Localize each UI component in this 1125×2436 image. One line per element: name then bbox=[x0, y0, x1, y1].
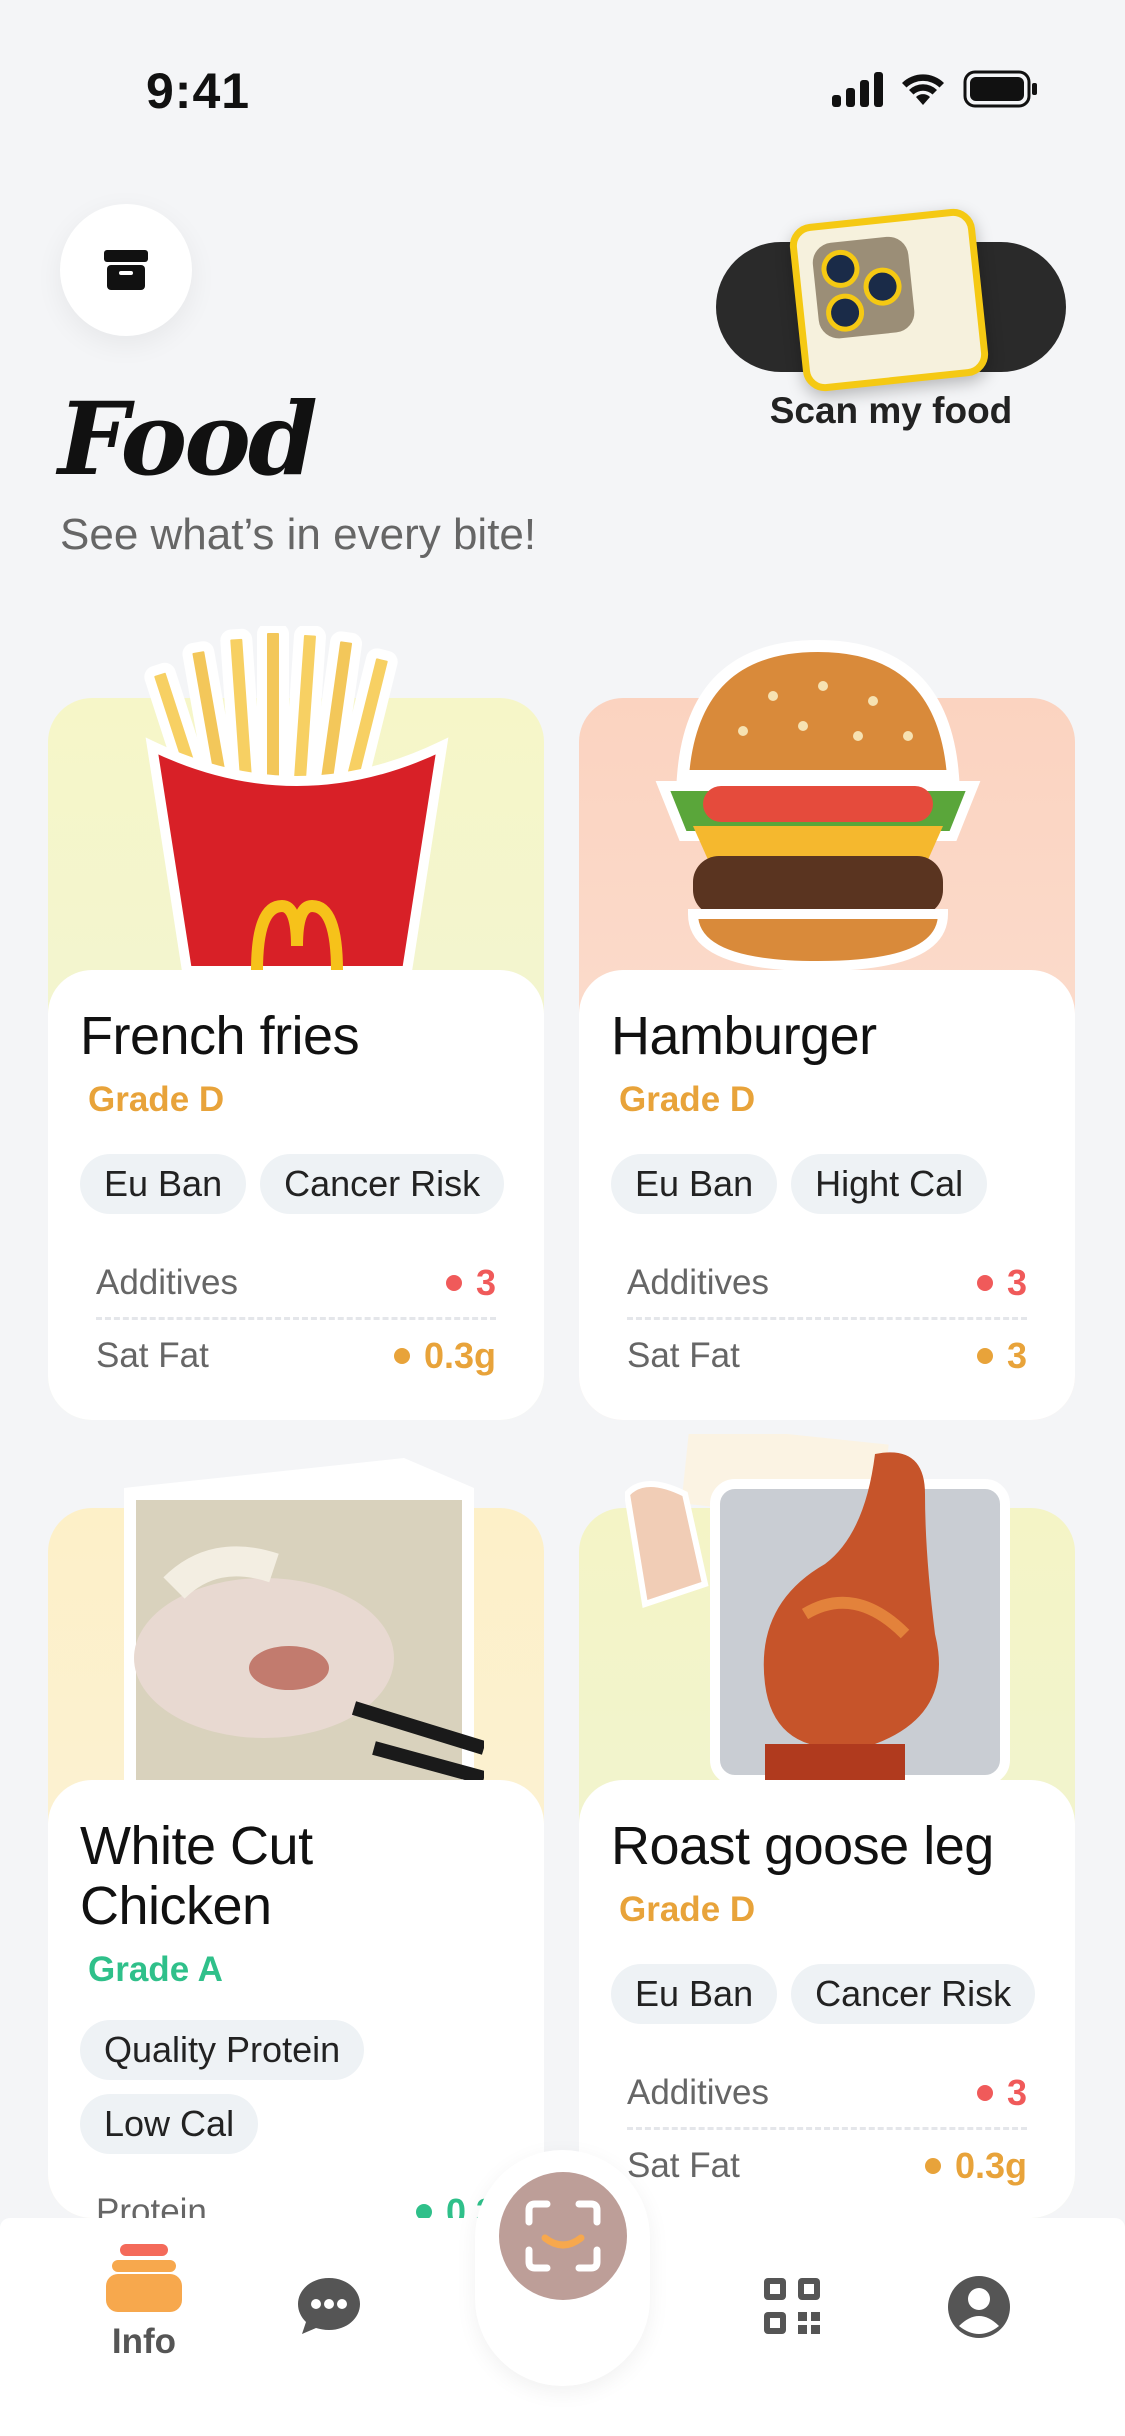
tag-chip: Eu Ban bbox=[80, 1154, 247, 1214]
scan-my-food-label: Scan my food bbox=[769, 390, 1013, 431]
stat-row-additives: Additives 3 bbox=[627, 1248, 1027, 1320]
stat-row-sat-fat: Sat Fat 0.3g bbox=[627, 2130, 1027, 2202]
stat-list: Additives 3 Sat Fat 3 bbox=[611, 1248, 1043, 1392]
stat-row-sat-fat: Sat Fat 0.3g bbox=[96, 1320, 496, 1392]
phone-camera-icon bbox=[787, 206, 991, 394]
grade-label: Grade D bbox=[88, 1080, 225, 1119]
status-icons bbox=[832, 70, 1039, 108]
stat-label: Additives bbox=[627, 2072, 770, 2112]
card-body: French fries Grade D Eu Ban Cancer Risk … bbox=[48, 970, 544, 1420]
food-card-hamburger[interactable]: Hamburger Grade D Eu Ban Hight Cal Addit… bbox=[579, 626, 1075, 1420]
chat-icon bbox=[298, 2278, 360, 2334]
tag-chip: Cancer Risk bbox=[260, 1154, 505, 1214]
hamburger-image bbox=[655, 639, 981, 971]
status-bar: 9:41 bbox=[0, 0, 1125, 130]
food-name: White Cut Chicken bbox=[80, 1816, 313, 1936]
qr-code-icon bbox=[764, 2278, 820, 2334]
status-dot-icon bbox=[976, 2084, 993, 2101]
french-fries-image bbox=[144, 626, 449, 971]
stat-value: 3 bbox=[475, 1261, 496, 1303]
page-subtitle: See what’s in every bite! bbox=[60, 510, 537, 559]
scan-fab-container bbox=[475, 2150, 650, 2386]
tag-list: Eu Ban Hight Cal bbox=[611, 1154, 1043, 1214]
nav-label-info: Info bbox=[111, 2322, 177, 2361]
grade-label: Grade A bbox=[88, 1950, 223, 1989]
tag-chip: Low Cal bbox=[80, 2094, 259, 2154]
stat-row-additives: Additives 3 bbox=[627, 2058, 1027, 2130]
grade-label: Grade D bbox=[619, 1890, 756, 1929]
battery-icon bbox=[963, 70, 1037, 108]
stat-label: Sat Fat bbox=[627, 1336, 740, 1375]
tag-chip: Eu Ban bbox=[611, 1964, 778, 2024]
wifi-icon bbox=[902, 74, 944, 105]
nav-item-chat[interactable] bbox=[296, 2276, 362, 2336]
stat-list: Additives 3 Sat Fat 0.3g bbox=[80, 1248, 512, 1392]
food-card-french-fries[interactable]: French fries Grade D Eu Ban Cancer Risk … bbox=[48, 626, 544, 1420]
tag-chip: Cancer Risk bbox=[791, 1964, 1036, 2024]
stat-list: Additives 3 Sat Fat 0.3g bbox=[611, 2058, 1043, 2202]
card-body: Hamburger Grade D Eu Ban Hight Cal Addit… bbox=[579, 970, 1075, 1420]
status-dot-icon bbox=[976, 1348, 993, 1364]
roast-goose-leg-image bbox=[625, 1434, 1010, 1780]
food-name: Hamburger bbox=[611, 1006, 877, 1066]
stat-label: Sat Fat bbox=[96, 1336, 209, 1375]
stat-row-additives: Additives 3 bbox=[96, 1248, 496, 1320]
scan-my-food-button[interactable]: Scan my food bbox=[716, 206, 1066, 438]
tag-chip: Eu Ban bbox=[611, 1154, 778, 1214]
status-dot-icon bbox=[924, 2158, 941, 2174]
food-name: French fries bbox=[80, 1006, 360, 1066]
nav-item-qr-code[interactable] bbox=[762, 2276, 822, 2336]
card-body: White Cut Chicken Grade A Quality Protei… bbox=[48, 1780, 544, 2232]
stat-value: 3 bbox=[1006, 1261, 1027, 1303]
archive-box-icon bbox=[104, 250, 148, 290]
stat-label: Sat Fat bbox=[627, 2146, 740, 2185]
tag-list: Eu Ban Cancer Risk bbox=[611, 1964, 1043, 2024]
stat-label: Additives bbox=[627, 1262, 770, 1302]
tag-list: Eu Ban Cancer Risk bbox=[80, 1154, 512, 1214]
nav-item-profile[interactable] bbox=[946, 2274, 1012, 2340]
stat-value: 3 bbox=[1006, 1335, 1027, 1376]
status-dot-icon bbox=[393, 1348, 410, 1364]
scan-icon bbox=[525, 2200, 601, 2272]
stat-value: 0.3g bbox=[423, 1335, 496, 1376]
status-dot-icon bbox=[976, 1274, 993, 1291]
tag-list: Quality Protein Low Cal bbox=[80, 2020, 512, 2154]
food-box-icon bbox=[106, 2244, 182, 2312]
card-body: Roast goose leg Grade D Eu Ban Cancer Ri… bbox=[579, 1780, 1075, 2218]
page-title: Food bbox=[58, 380, 318, 498]
stat-value: 0.3g bbox=[954, 2145, 1027, 2186]
stat-row-sat-fat: Sat Fat 3 bbox=[627, 1320, 1027, 1392]
archive-button[interactable] bbox=[60, 204, 192, 336]
status-dot-icon bbox=[445, 1274, 462, 1291]
profile-icon bbox=[948, 2276, 1010, 2338]
stat-label: Additives bbox=[96, 1262, 239, 1302]
stat-value: 3 bbox=[1006, 2071, 1027, 2113]
status-time: 9:41 bbox=[146, 63, 251, 119]
food-name: Roast goose leg bbox=[611, 1816, 994, 1876]
food-card-white-cut-chicken[interactable]: White Cut Chicken Grade A Quality Protei… bbox=[48, 1448, 544, 2232]
food-card-roast-goose-leg[interactable]: Roast goose leg Grade D Eu Ban Cancer Ri… bbox=[579, 1434, 1075, 2218]
grade-label: Grade D bbox=[619, 1080, 756, 1119]
scan-button[interactable] bbox=[499, 2172, 627, 2300]
nav-item-info[interactable]: Info bbox=[86, 2240, 202, 2362]
tag-chip: Quality Protein bbox=[80, 2020, 365, 2080]
cellular-signal-icon bbox=[832, 71, 883, 107]
white-cut-chicken-image bbox=[124, 1458, 484, 1780]
tag-chip: Hight Cal bbox=[791, 1154, 988, 1214]
